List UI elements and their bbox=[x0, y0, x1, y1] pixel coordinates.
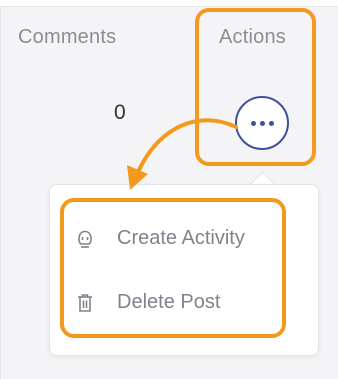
comment-count: 0 bbox=[114, 101, 126, 124]
more-horizontal-icon bbox=[250, 120, 274, 126]
delete-post-label: Delete Post bbox=[117, 291, 221, 313]
activity-icon bbox=[75, 228, 95, 250]
create-activity-label: Create Activity bbox=[117, 227, 245, 249]
menu-item-create-activity[interactable]: Create Activity bbox=[75, 227, 245, 250]
comments-column-header: Comments bbox=[18, 26, 117, 48]
table-top-border bbox=[0, 0, 338, 7]
menu-item-delete-post[interactable]: Delete Post bbox=[75, 291, 220, 314]
actions-more-button[interactable] bbox=[235, 96, 289, 150]
actions-dropdown-menu: Create Activity Delete Post bbox=[49, 184, 319, 356]
trash-icon bbox=[75, 292, 95, 314]
actions-column-header: Actions bbox=[219, 26, 286, 48]
column-divider bbox=[0, 6, 1, 379]
